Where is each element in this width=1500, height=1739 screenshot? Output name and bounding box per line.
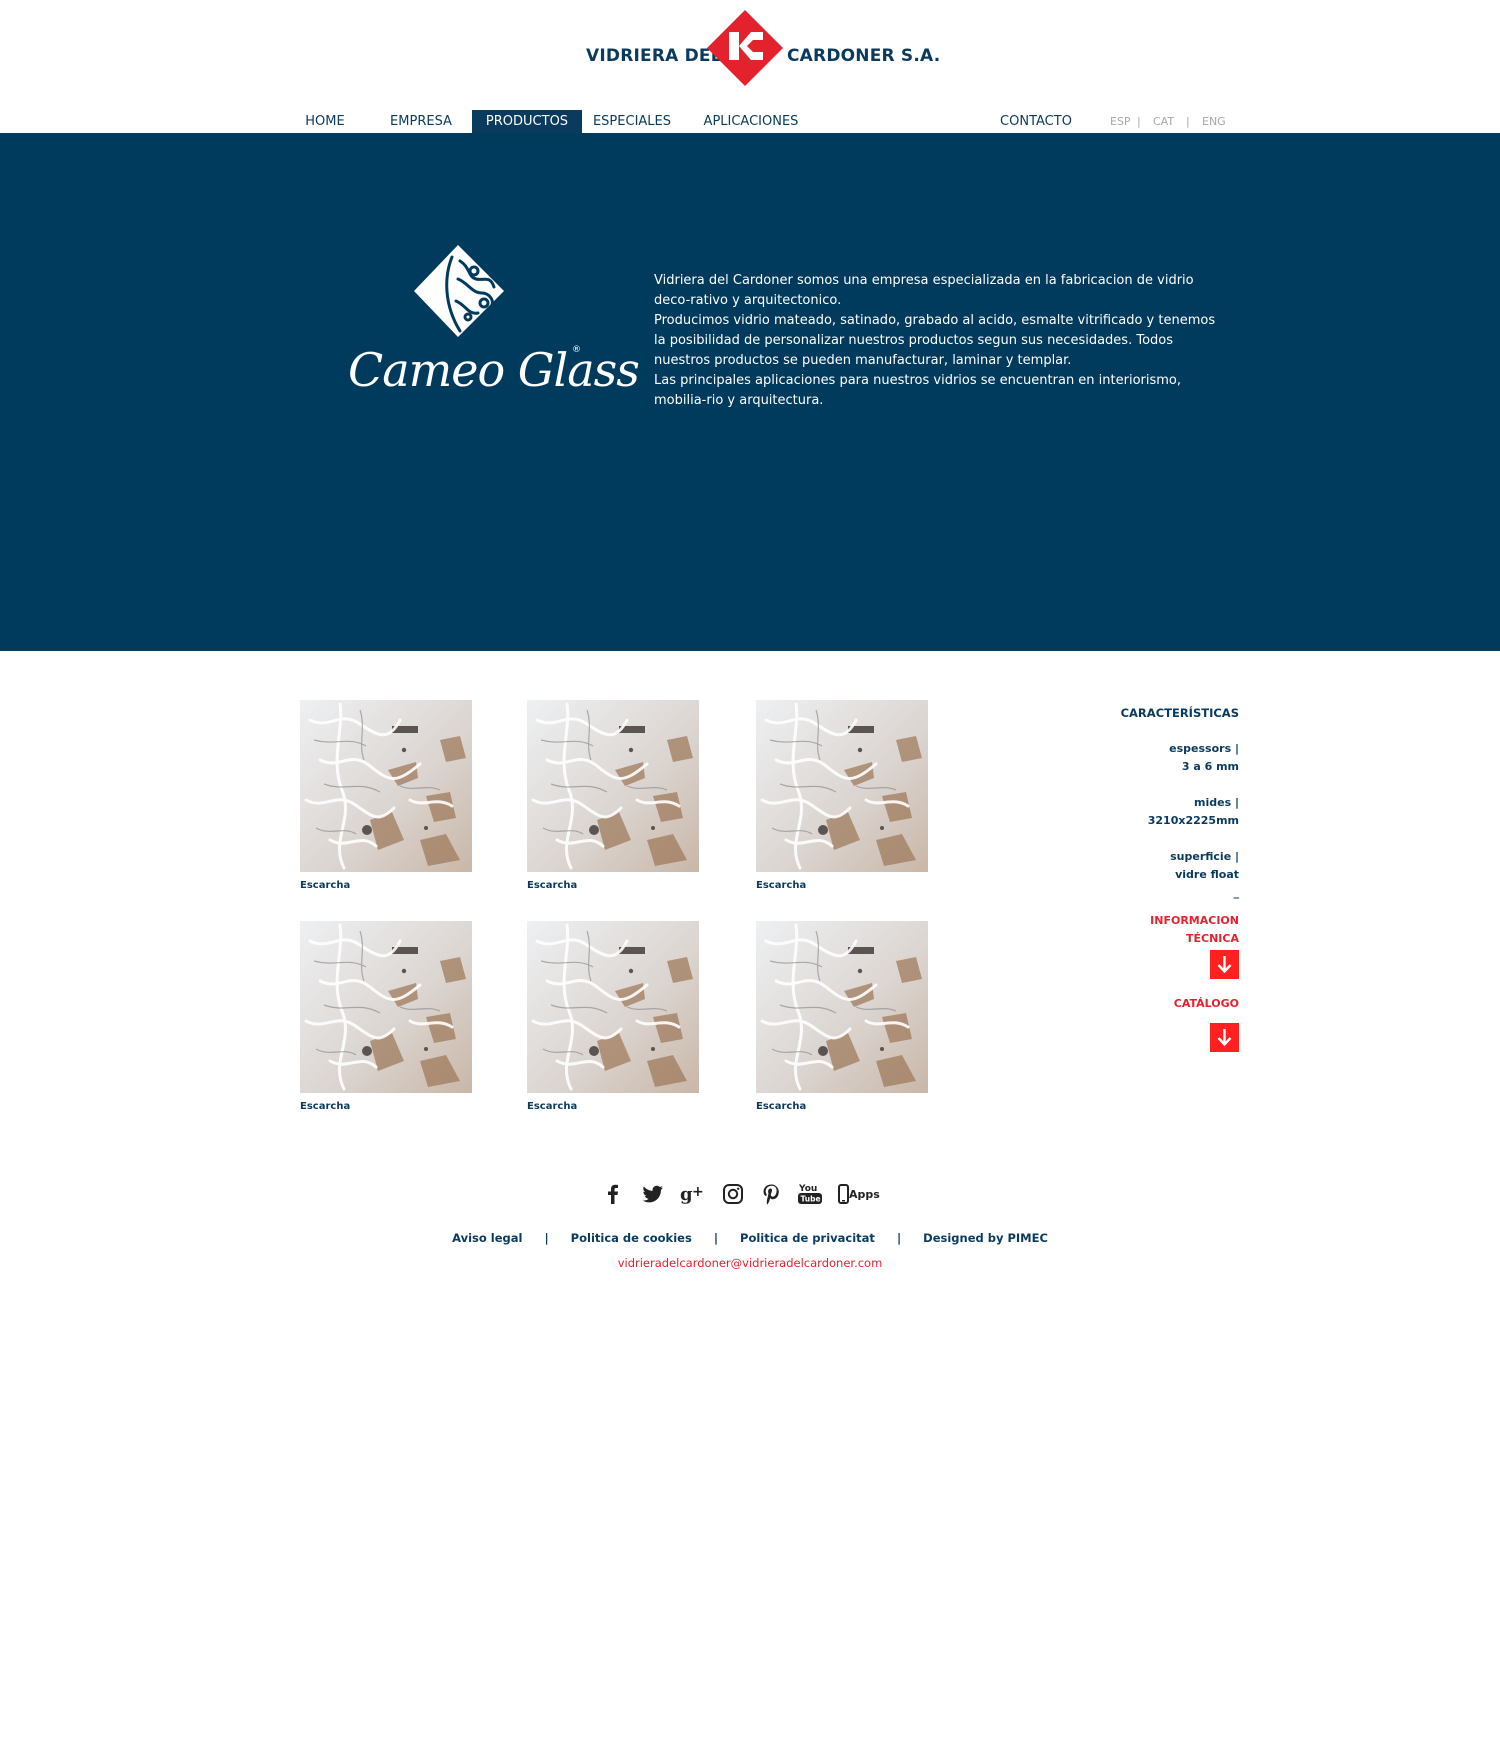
lang-separator: | xyxy=(1137,115,1141,128)
nav-item-home[interactable]: HOME xyxy=(296,110,354,133)
nav-item-productos[interactable]: PRODUCTOS xyxy=(472,110,582,133)
spec-size: mides | 3210x2225mm xyxy=(1079,794,1239,830)
spec-value: 3 a 6 mm xyxy=(1181,760,1239,773)
social-links: g + You Tube Apps xyxy=(600,1181,900,1211)
site-header: VIDRIERA DEL CARDONER S.A. HOME EMPRESA … xyxy=(0,0,1500,133)
footer-separator: | xyxy=(544,1231,549,1245)
registered-mark: ® xyxy=(572,345,581,355)
product-caption[interactable]: Escarcha xyxy=(300,880,472,891)
youtube-text-bottom: Tube xyxy=(801,1195,821,1204)
technical-info-label[interactable]: INFORMACION xyxy=(1079,912,1239,930)
description-paragraph: Vidriera del Cardoner somos una empresa … xyxy=(654,273,1194,308)
spec-value: 3210x2225mm xyxy=(1147,814,1239,827)
product-tile[interactable]: Escarcha xyxy=(300,700,472,891)
technical-info-download[interactable] xyxy=(1079,950,1239,979)
technical-info-label[interactable]: TÉCNICA xyxy=(1079,930,1239,948)
product-caption[interactable]: Escarcha xyxy=(527,1101,699,1112)
youtube-text-top: You xyxy=(798,1184,817,1194)
nav-item-contacto[interactable]: CONTACTO xyxy=(990,110,1082,133)
product-image[interactable] xyxy=(527,921,699,1093)
pinterest-icon[interactable] xyxy=(758,1181,784,1207)
product-caption[interactable]: Escarcha xyxy=(300,1101,472,1112)
product-caption[interactable]: Escarcha xyxy=(527,880,699,891)
contact-email-link[interactable]: vidrieradelcardoner@vidrieradelcardoner.… xyxy=(0,1256,1500,1270)
cameo-glass-logo: Cameo Glass ® xyxy=(344,243,640,413)
spec-label: espessors | xyxy=(1169,742,1239,755)
spec-value: vidre float xyxy=(1175,868,1239,881)
nav-item-aplicaciones[interactable]: APLICACIONES xyxy=(700,110,802,133)
spec-thickness: espessors | 3 a 6 mm xyxy=(1079,740,1239,776)
cameo-glass-wordmark: Cameo Glass xyxy=(348,343,640,397)
twitter-icon[interactable] xyxy=(640,1181,666,1207)
svg-text:+: + xyxy=(692,1184,704,1200)
footer-links: Aviso legal | Politica de cookies | Poli… xyxy=(0,1231,1500,1245)
facebook-icon[interactable] xyxy=(600,1181,626,1207)
youtube-icon[interactable]: You Tube xyxy=(796,1181,824,1207)
instagram-icon[interactable] xyxy=(720,1181,746,1207)
product-grid: Escarcha Escarcha Escarcha Escarcha Esca… xyxy=(0,700,1500,1140)
apps-label: Apps xyxy=(849,1188,880,1201)
lang-esp[interactable]: ESP xyxy=(1110,110,1131,133)
nav-item-especiales[interactable]: ESPECIALES xyxy=(590,110,674,133)
footer-link-designer[interactable]: Designed by PIMEC xyxy=(923,1231,1048,1245)
spec-label: superficie | xyxy=(1170,850,1239,863)
footer-link-cookies[interactable]: Politica de cookies xyxy=(571,1231,692,1245)
characteristics-panel: CARACTERÍSTICAS espessors | 3 a 6 mm mid… xyxy=(1079,704,1239,1052)
product-image[interactable] xyxy=(300,700,472,872)
technical-info-link[interactable]: INFORMACION TÉCNICA xyxy=(1079,912,1239,948)
lang-separator: | xyxy=(1186,115,1190,128)
arrow-down-icon[interactable] xyxy=(1210,950,1239,979)
logo-diamond-icon xyxy=(707,10,783,86)
footer-separator: | xyxy=(896,1231,902,1245)
catalog-label[interactable]: CATÁLOGO xyxy=(1079,995,1239,1013)
apps-icon[interactable]: Apps xyxy=(836,1181,884,1207)
main-nav: HOME EMPRESA PRODUCTOS ESPECIALES APLICA… xyxy=(0,110,1500,133)
spec-divider: _ xyxy=(1233,886,1240,899)
product-image[interactable] xyxy=(527,700,699,872)
product-caption[interactable]: Escarcha xyxy=(756,880,928,891)
product-image[interactable] xyxy=(300,921,472,1093)
product-tile[interactable]: Escarcha xyxy=(756,921,928,1112)
lang-eng[interactable]: ENG xyxy=(1202,110,1226,133)
footer-separator: | xyxy=(713,1231,719,1245)
company-logo[interactable]: VIDRIERA DEL CARDONER S.A. xyxy=(586,10,940,86)
spec-surface: superficie | vidre float _ xyxy=(1079,848,1239,902)
footer-link-privacy[interactable]: Politica de privacitat xyxy=(740,1231,875,1245)
characteristics-title: CARACTERÍSTICAS xyxy=(1120,706,1239,720)
description-paragraph: Producimos vidrio mateado, satinado, gra… xyxy=(654,313,1216,368)
product-image[interactable] xyxy=(756,921,928,1093)
footer-link-legal[interactable]: Aviso legal xyxy=(452,1231,522,1245)
logo-text-right: CARDONER S.A. xyxy=(787,46,941,66)
company-description: Vidriera del Cardoner somos una empresa … xyxy=(654,271,1224,411)
spec-label: mides | xyxy=(1194,796,1239,809)
product-tile[interactable]: Escarcha xyxy=(527,700,699,891)
product-tile[interactable]: Escarcha xyxy=(300,921,472,1112)
product-tile[interactable]: Escarcha xyxy=(756,700,928,891)
description-paragraph: Las principales aplicaciones para nuestr… xyxy=(654,373,1182,408)
google-plus-icon[interactable]: g + xyxy=(678,1181,708,1207)
lang-cat[interactable]: CAT xyxy=(1153,110,1174,133)
product-caption[interactable]: Escarcha xyxy=(756,1101,928,1112)
product-image[interactable] xyxy=(756,700,928,872)
arrow-down-icon[interactable] xyxy=(1210,1023,1239,1052)
hero-banner: Cameo Glass ® Vidriera del Cardoner somo… xyxy=(0,133,1500,651)
logo-text-left: VIDRIERA DEL xyxy=(586,46,722,66)
nav-item-empresa[interactable]: EMPRESA xyxy=(388,110,454,133)
cameo-diamond-icon xyxy=(414,245,504,337)
catalog-download[interactable] xyxy=(1079,1023,1239,1052)
product-tile[interactable]: Escarcha xyxy=(527,921,699,1112)
